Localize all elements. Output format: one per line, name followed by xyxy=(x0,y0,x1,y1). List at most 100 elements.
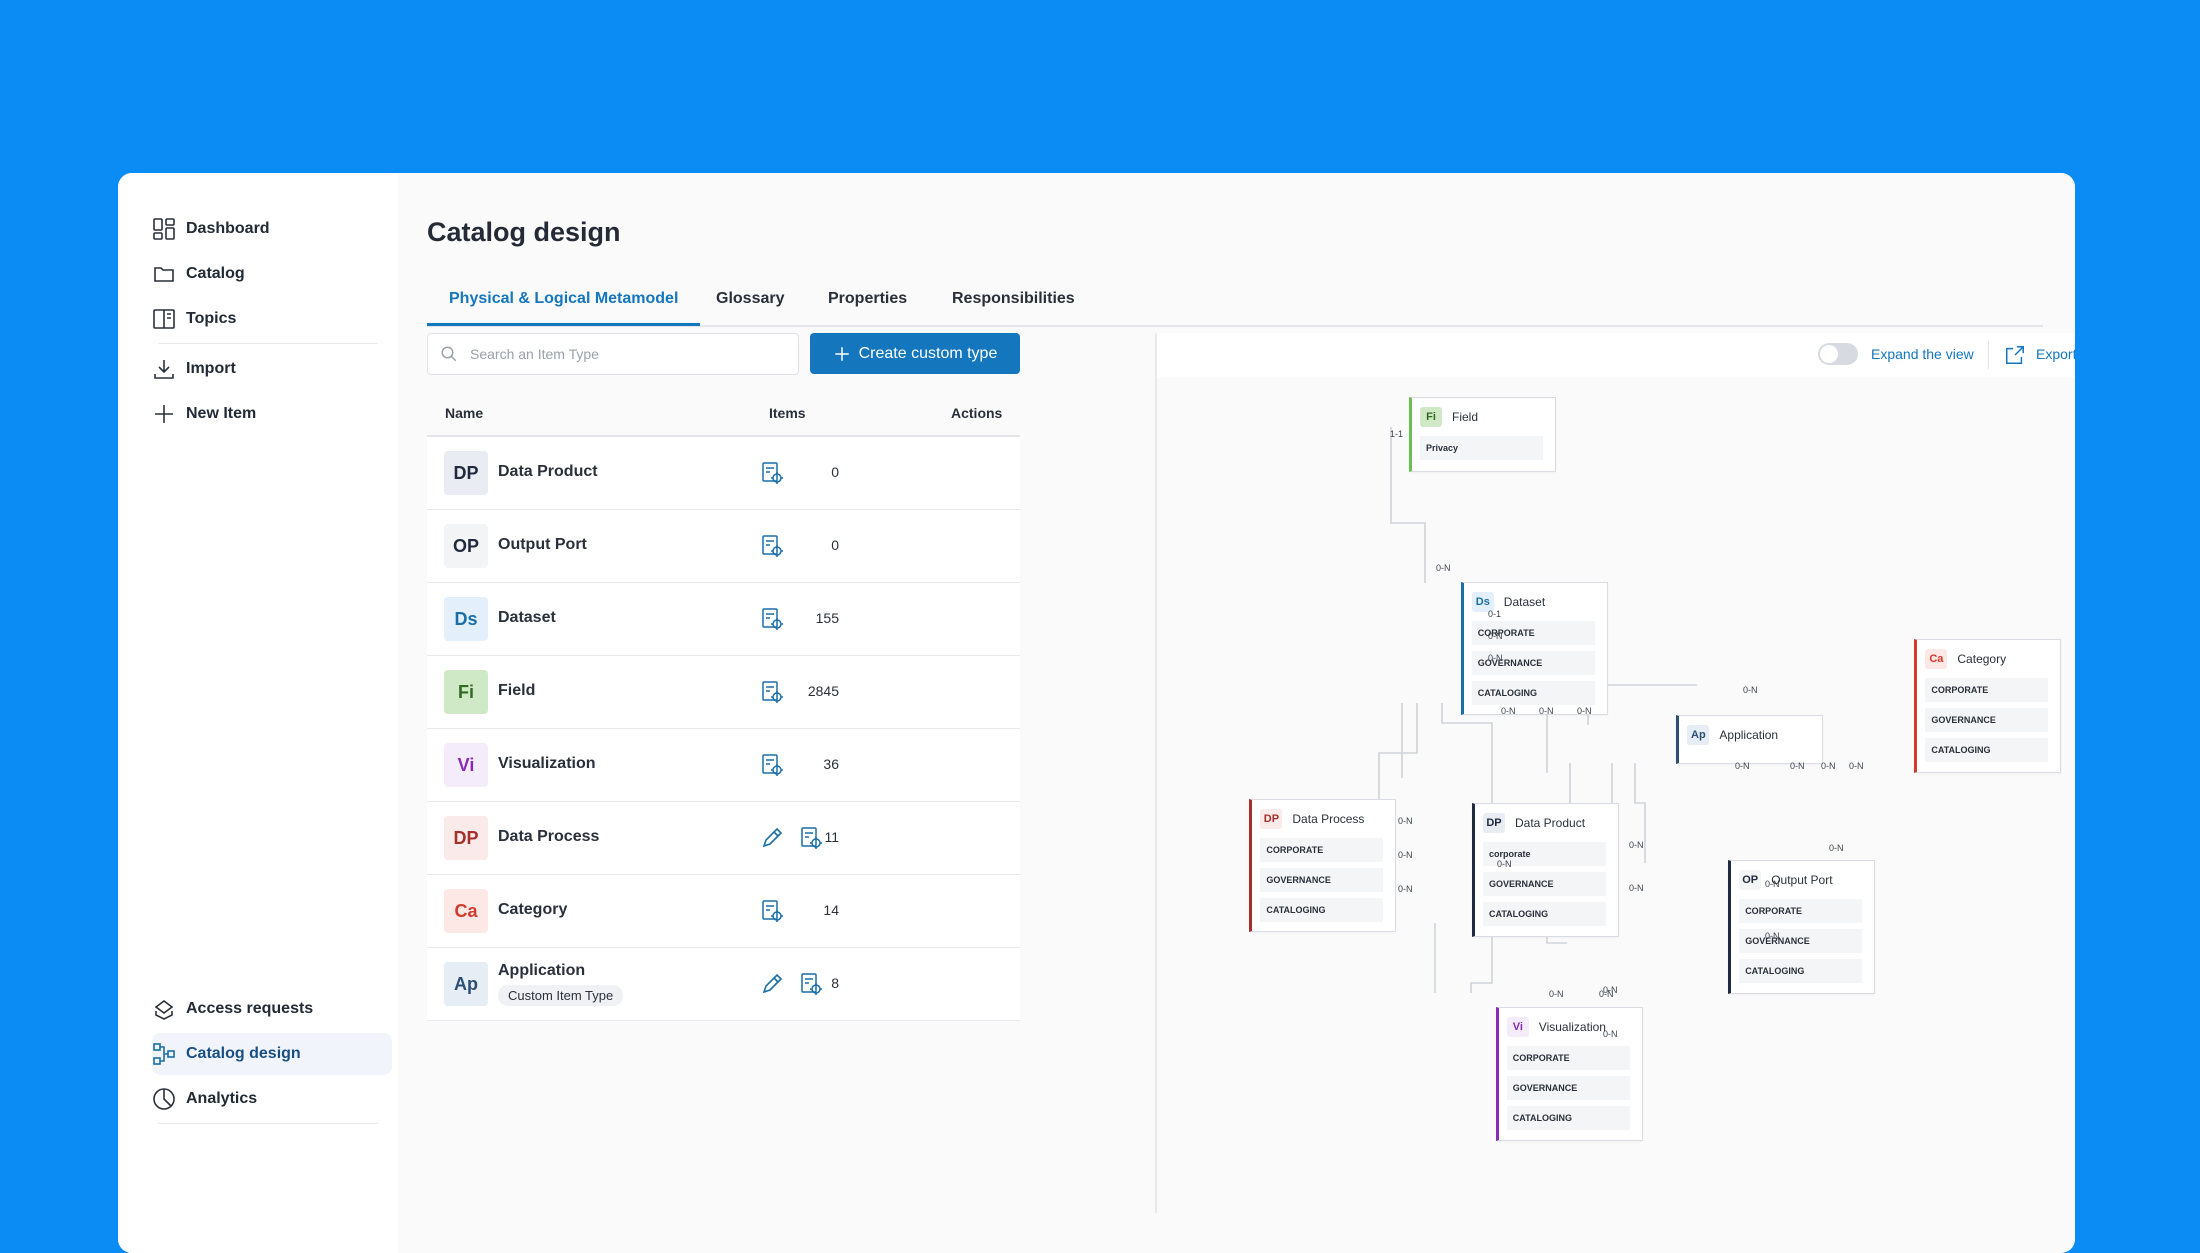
catalog-design-icon xyxy=(153,1043,175,1065)
diagram-node-dataset[interactable]: Ds Dataset CORPORATE GOVERNANCE CATALOGING xyxy=(1460,581,1608,716)
diagram-node-outputport[interactable]: OP Output Port CORPORATE GOVERNANCE CATALO… xyxy=(1728,860,1875,994)
column-header-actions: Actions xyxy=(951,405,1003,421)
sidebar-item-topics[interactable]: Topics xyxy=(152,299,382,339)
configure-button[interactable] xyxy=(797,824,825,852)
node-label: Output Port xyxy=(1771,873,1833,888)
tab-physical-logical-metamodel[interactable]: Physical & Logical Metamodel xyxy=(427,285,701,326)
edge-cardinality-label: 0-N xyxy=(1821,761,1836,771)
configure-button[interactable] xyxy=(758,897,786,925)
table-row[interactable]: DP Data Product 0 xyxy=(427,437,1020,510)
item-type-name: Category xyxy=(498,901,568,918)
item-type-badge: Ap xyxy=(444,962,488,1006)
edge-cardinality-label: 0-N xyxy=(1501,706,1516,716)
edge-cardinality-label: 0-N xyxy=(1398,884,1413,894)
diagram-node-field[interactable]: Fi Field Privacy xyxy=(1409,397,1556,472)
sidebar-item-catalog-design[interactable]: Catalog design xyxy=(152,1033,392,1075)
sidebar-divider xyxy=(158,1123,378,1124)
configure-button[interactable] xyxy=(758,751,786,779)
edge-cardinality-label: 0-N xyxy=(1577,706,1592,716)
node-badge: Ca xyxy=(1925,649,1948,670)
sidebar-item-import[interactable]: Import xyxy=(152,349,382,389)
table-row[interactable]: Ca Category 14 xyxy=(427,875,1020,948)
item-type-badge: DP xyxy=(444,816,488,860)
configure-button[interactable] xyxy=(758,532,786,560)
edge-cardinality-label: 0-N xyxy=(1488,631,1503,641)
edge-cardinality-label: 0-N xyxy=(1549,989,1564,999)
node-attribute: CORPORATE xyxy=(1925,678,2049,703)
table-row[interactable]: OP Output Port 0 xyxy=(427,510,1020,583)
sidebar-item-analytics[interactable]: Analytics xyxy=(152,1079,382,1119)
sidebar-item-dashboard[interactable]: Dashboard xyxy=(152,209,382,249)
edit-button[interactable] xyxy=(758,824,786,852)
node-label: Field xyxy=(1452,410,1479,424)
diagram-node-dataprocess[interactable]: DP Data Process CORPORATE GOVERNANCE CATAL… xyxy=(1249,798,1397,933)
node-attribute: Privacy xyxy=(1420,436,1543,460)
sidebar-item-access-requests[interactable]: Access requests xyxy=(152,989,382,1029)
item-type-name: Output Port xyxy=(498,536,587,553)
diagram-node-dataproduct[interactable]: DP Data Product corporate GOVERNANCE CATAL… xyxy=(1472,803,1619,937)
configure-button[interactable] xyxy=(758,605,786,633)
search-input[interactable] xyxy=(468,345,772,363)
edge-cardinality-label: 0-1 xyxy=(1488,609,1502,619)
node-attribute: CORPORATE xyxy=(1260,837,1384,862)
node-attribute: CORPORATE xyxy=(1506,1046,1630,1071)
edge-cardinality-label: 0-N xyxy=(1629,883,1644,893)
table-row[interactable]: DP Data Process 11 xyxy=(427,802,1020,875)
edge-cardinality-label: 0-N xyxy=(1735,761,1750,771)
edge-cardinality-label: 0-N xyxy=(1829,843,1844,853)
edge-cardinality-label: 0-N xyxy=(1398,850,1413,860)
column-header-items: Items xyxy=(769,405,806,421)
node-header: Vi Visualization xyxy=(1506,1017,1606,1038)
node-attribute: CATALOGING xyxy=(1506,1106,1630,1131)
app-window: Dashboard Catalog Topics Import New Item… xyxy=(118,173,2075,1253)
node-header: Fi Field xyxy=(1420,407,1478,427)
edit-button[interactable] xyxy=(758,970,786,998)
settings-icon xyxy=(797,827,825,856)
settings-icon xyxy=(758,535,786,564)
tab-properties[interactable]: Properties xyxy=(828,285,907,323)
main-content: Catalog design Physical & Logical Metamo… xyxy=(398,173,2075,1253)
tab-glossary[interactable]: Glossary xyxy=(716,285,784,323)
configure-button[interactable] xyxy=(797,970,825,998)
diagram-node-application[interactable]: Ap Application xyxy=(1676,714,1824,765)
sidebar-item-label: Topics xyxy=(186,310,237,327)
sidebar-item-catalog[interactable]: Catalog xyxy=(152,254,382,294)
edge-cardinality-label: 0-N xyxy=(1497,859,1512,869)
table-row[interactable]: Ds Dataset 155 xyxy=(427,583,1020,656)
configure-button[interactable] xyxy=(758,678,786,706)
node-label: Visualization xyxy=(1538,1020,1606,1035)
edge-cardinality-label: 0-N xyxy=(1790,761,1805,771)
search-icon xyxy=(441,346,457,362)
node-badge: Vi xyxy=(1506,1017,1529,1038)
node-attribute: CATALOGING xyxy=(1471,680,1595,705)
node-attribute: GOVERNANCE xyxy=(1739,929,1862,954)
table-row[interactable]: Vi Visualization 36 xyxy=(427,729,1020,802)
edge-cardinality-label: 1-1 xyxy=(1390,429,1404,439)
edge-dataset-process xyxy=(1331,703,1418,814)
plus-icon xyxy=(155,405,173,423)
create-custom-type-button[interactable]: Create custom type xyxy=(810,333,1020,374)
node-badge: DP xyxy=(1483,813,1505,833)
pencil-icon xyxy=(758,973,786,1002)
sidebar: Dashboard Catalog Topics Import New Item… xyxy=(118,173,400,1253)
table-row[interactable]: Ap Application Custom Item Type 8 xyxy=(427,948,1020,1021)
edge-cardinality-label: 0-N xyxy=(1629,840,1644,850)
tab-responsibilities[interactable]: Responsibilities xyxy=(952,285,1075,323)
item-types-table-header: Name Items Actions xyxy=(427,395,1020,437)
sidebar-item-label: Catalog xyxy=(186,265,245,282)
sidebar-item-new-item[interactable]: New Item xyxy=(152,394,382,434)
node-attribute: CATALOGING xyxy=(1260,897,1384,922)
diagram-node-visualization[interactable]: Vi Visualization CORPORATE GOVERNANCE CATA… xyxy=(1495,1007,1643,1141)
table-row[interactable]: Fi Field 2845 xyxy=(427,656,1020,729)
book-icon xyxy=(153,309,175,329)
configure-button[interactable] xyxy=(758,459,786,487)
edge-cardinality-label: 0-N xyxy=(1539,706,1554,716)
item-type-name: Application xyxy=(498,962,586,979)
diagram-node-category[interactable]: Ca Category CORPORATE GOVERNANCE CATALOGIN… xyxy=(1914,639,2062,773)
sidebar-item-label: Catalog design xyxy=(186,1045,301,1062)
node-attribute: GOVERNANCE xyxy=(1483,872,1606,896)
edge-cardinality-label: 0-N xyxy=(1398,816,1413,826)
metamodel-diagram[interactable]: Expand the view Export as image xyxy=(1155,333,2075,1213)
edge-cardinality-label: 0-N xyxy=(1599,989,1614,999)
item-type-name: Data Product xyxy=(498,463,598,480)
